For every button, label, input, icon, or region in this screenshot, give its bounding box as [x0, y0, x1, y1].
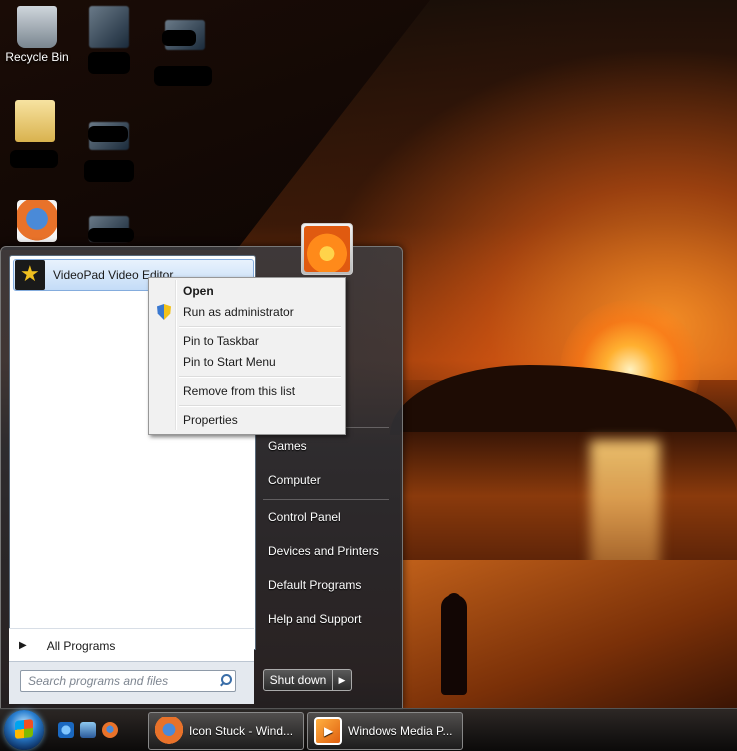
context-item-pin-to-start-menu[interactable]: Pin to Start Menu: [152, 351, 340, 373]
context-separator: [179, 405, 341, 407]
user-picture[interactable]: [301, 223, 353, 275]
context-separator: [179, 376, 341, 378]
search-placeholder: Search programs and files: [28, 674, 169, 688]
link-help-and-support[interactable]: Help and Support: [263, 605, 393, 633]
link-control-panel[interactable]: Control Panel: [263, 503, 393, 531]
all-programs-button[interactable]: ▶ All Programs: [9, 628, 254, 662]
firefox-icon[interactable]: [102, 722, 118, 738]
redaction-mark: [88, 228, 134, 242]
start-button[interactable]: [4, 710, 44, 750]
redaction-mark: [84, 160, 134, 182]
desktop-icon-file[interactable]: [74, 6, 144, 50]
taskbar: Icon Stuck - Wind... Windows Media P...: [0, 708, 737, 751]
wallpaper-person: [441, 595, 467, 695]
link-default-programs[interactable]: Default Programs: [263, 571, 393, 599]
desktop-icon-firefox[interactable]: [2, 200, 72, 244]
redaction-mark: [154, 66, 212, 86]
redaction-mark: [10, 150, 58, 168]
taskbar-button-media-player[interactable]: Windows Media P...: [307, 712, 463, 750]
shutdown-group: Shut down ▶: [263, 669, 352, 691]
divider: [263, 499, 389, 500]
file-icon: [89, 6, 129, 48]
taskbar-button-label: Icon Stuck - Wind...: [189, 724, 294, 738]
context-item-remove-from-list[interactable]: Remove from this list: [152, 380, 340, 402]
search-input[interactable]: Search programs and files: [20, 670, 236, 692]
arrow-right-icon: ▶: [19, 640, 27, 651]
context-item-label: Properties: [183, 413, 238, 427]
firefox-icon: [155, 717, 183, 745]
context-item-label: Remove from this list: [183, 384, 296, 398]
redaction-mark: [88, 52, 130, 74]
context-separator: [179, 326, 341, 328]
redaction-mark: [162, 30, 196, 46]
redaction-mark: [88, 126, 128, 142]
context-menu: Open Run as administrator Pin to Taskbar…: [148, 277, 346, 435]
context-item-label: Pin to Start Menu: [183, 355, 276, 369]
link-computer[interactable]: Computer: [263, 466, 393, 494]
taskbar-button-firefox[interactable]: Icon Stuck - Wind...: [148, 712, 304, 750]
windows-media-player-icon: [314, 717, 342, 745]
context-item-label: Pin to Taskbar: [183, 334, 259, 348]
link-devices-and-printers[interactable]: Devices and Printers: [263, 537, 393, 565]
link-games[interactable]: Games: [263, 432, 393, 460]
desktop-icon-folder[interactable]: [0, 100, 70, 144]
show-desktop-icon[interactable]: [80, 722, 96, 738]
context-item-properties[interactable]: Properties: [152, 409, 340, 431]
desktop-icon-label: Recycle Bin: [5, 50, 69, 64]
all-programs-label: All Programs: [46, 638, 116, 653]
shutdown-options-arrow-icon[interactable]: ▶: [333, 669, 352, 691]
context-item-run-as-administrator[interactable]: Run as administrator: [152, 301, 340, 323]
desktop-icon-recycle-bin[interactable]: Recycle Bin: [2, 6, 72, 64]
firefox-icon: [17, 200, 57, 242]
taskbar-button-label: Windows Media P...: [348, 724, 453, 738]
recycle-bin-icon: [17, 6, 57, 48]
context-item-pin-to-taskbar[interactable]: Pin to Taskbar: [152, 330, 340, 352]
context-item-label: Open: [183, 284, 214, 298]
search-icon[interactable]: [217, 672, 235, 690]
shutdown-button[interactable]: Shut down: [263, 669, 333, 691]
context-item-open[interactable]: Open: [152, 280, 340, 302]
context-item-label: Run as administrator: [183, 305, 294, 319]
flower-icon: [304, 226, 350, 272]
search-area: Search programs and files: [9, 661, 254, 704]
internet-explorer-icon[interactable]: [58, 722, 74, 738]
uac-shield-icon: [157, 304, 171, 320]
folder-icon: [15, 100, 55, 142]
windows-logo-icon: [15, 719, 33, 739]
videopad-icon: [15, 260, 45, 290]
